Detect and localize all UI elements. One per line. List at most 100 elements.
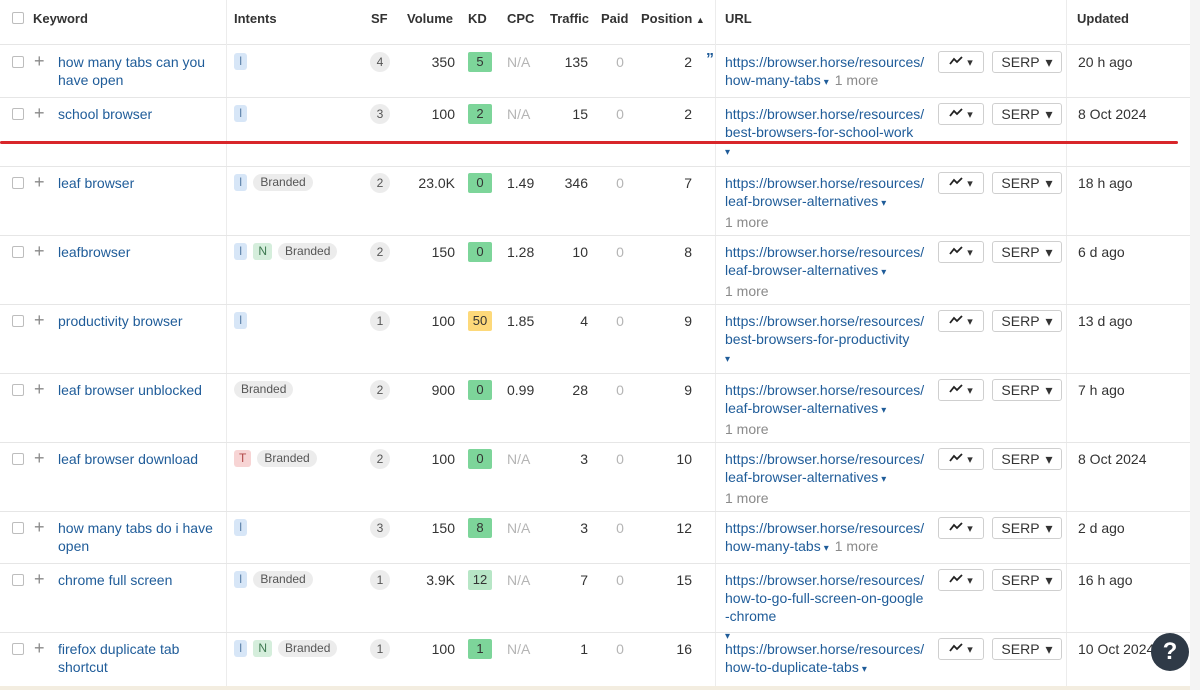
row-checkbox[interactable] [12, 522, 24, 534]
serp-button[interactable]: SERP ▾ [992, 172, 1062, 194]
keyword-link[interactable]: leaf browser download [58, 450, 218, 468]
position-history-button[interactable]: ▾ [938, 310, 984, 332]
col-url[interactable]: URL [725, 11, 752, 26]
serp-features-count[interactable]: 2 [370, 173, 390, 193]
serp-features-count[interactable]: 2 [370, 380, 390, 400]
url-dropdown-icon[interactable]: ▾ [881, 267, 886, 278]
keyword-link[interactable]: how many tabs do i have open [58, 519, 218, 555]
serp-button[interactable]: SERP ▾ [992, 310, 1062, 332]
col-traffic[interactable]: Traffic [550, 11, 589, 26]
col-intents[interactable]: Intents [234, 11, 277, 26]
col-paid[interactable]: Paid [601, 11, 628, 26]
col-volume[interactable]: Volume [407, 11, 453, 26]
url-dropdown-icon[interactable]: ▾ [824, 77, 829, 88]
more-urls-link[interactable]: 1 more [835, 538, 879, 554]
position-history-button[interactable]: ▾ [938, 241, 984, 263]
serp-features-count[interactable]: 3 [370, 518, 390, 538]
position-history-button[interactable]: ▾ [938, 638, 984, 660]
help-button[interactable]: ? [1151, 633, 1189, 671]
url-link[interactable]: https://browser.horse/resources/leaf-bro… [725, 450, 925, 507]
keyword-link[interactable]: how many tabs can you have open [58, 53, 218, 89]
serp-button[interactable]: SERP ▾ [992, 51, 1062, 73]
url-link[interactable]: https://browser.horse/resources/how-many… [725, 519, 925, 558]
url-dropdown-icon[interactable]: ▾ [881, 474, 886, 485]
serp-features-count[interactable]: 2 [370, 242, 390, 262]
col-cpc[interactable]: CPC [507, 11, 534, 26]
col-kd[interactable]: KD [468, 11, 487, 26]
url-dropdown-icon[interactable]: ▾ [881, 198, 886, 209]
position-history-button[interactable]: ▾ [938, 172, 984, 194]
row-checkbox[interactable] [12, 56, 24, 68]
col-updated[interactable]: Updated [1077, 11, 1129, 26]
add-keyword-icon[interactable]: + [34, 449, 45, 467]
url-dropdown-icon[interactable]: ▾ [725, 147, 730, 158]
serp-features-count[interactable]: 3 [370, 104, 390, 124]
add-keyword-icon[interactable]: + [34, 104, 45, 122]
select-all-checkbox[interactable] [12, 12, 24, 24]
col-sf[interactable]: SF [371, 11, 388, 26]
url-link[interactable]: https://browser.horse/resources/how-many… [725, 53, 925, 92]
add-keyword-icon[interactable]: + [34, 380, 45, 398]
url-link[interactable]: https://browser.horse/resources/how-to-d… [725, 640, 925, 679]
position-history-button[interactable]: ▾ [938, 51, 984, 73]
col-keyword[interactable]: Keyword [33, 11, 88, 26]
url-link[interactable]: https://browser.horse/resources/best-bro… [725, 312, 925, 369]
serp-button[interactable]: SERP ▾ [992, 448, 1062, 470]
add-keyword-icon[interactable]: + [34, 639, 45, 657]
url-dropdown-icon[interactable]: ▾ [881, 405, 886, 416]
row-checkbox[interactable] [12, 453, 24, 465]
serp-button[interactable]: SERP ▾ [992, 517, 1062, 539]
add-keyword-icon[interactable]: + [34, 311, 45, 329]
row-checkbox[interactable] [12, 643, 24, 655]
serp-button[interactable]: SERP ▾ [992, 103, 1062, 125]
row-checkbox[interactable] [12, 246, 24, 258]
position-history-button[interactable]: ▾ [938, 569, 984, 591]
col-position[interactable]: Position ▲ [641, 11, 705, 26]
serp-button[interactable]: SERP ▾ [992, 638, 1062, 660]
position-history-button[interactable]: ▾ [938, 103, 984, 125]
serp-features-count[interactable]: 1 [370, 570, 390, 590]
add-keyword-icon[interactable]: + [34, 518, 45, 536]
add-keyword-icon[interactable]: + [34, 570, 45, 588]
serp-button[interactable]: SERP ▾ [992, 379, 1062, 401]
url-link[interactable]: https://browser.horse/resources/leaf-bro… [725, 381, 925, 438]
traffic-value: 3 [580, 451, 588, 467]
add-keyword-icon[interactable]: + [34, 52, 45, 70]
row-checkbox[interactable] [12, 574, 24, 586]
url-dropdown-icon[interactable]: ▾ [824, 543, 829, 554]
serp-button[interactable]: SERP ▾ [992, 241, 1062, 263]
keyword-link[interactable]: school browser [58, 105, 218, 123]
keyword-link[interactable]: chrome full screen [58, 571, 218, 589]
serp-features-count[interactable]: 1 [370, 311, 390, 331]
keyword-link[interactable]: leaf browser unblocked [58, 381, 218, 399]
more-urls-link[interactable]: 1 more [725, 282, 925, 300]
more-urls-link[interactable]: 1 more [725, 213, 925, 231]
more-urls-link[interactable]: 1 more [835, 72, 879, 88]
add-keyword-icon[interactable]: + [34, 242, 45, 260]
url-link[interactable]: https://browser.horse/resources/leaf-bro… [725, 174, 925, 231]
url-link[interactable]: https://browser.horse/resources/best-bro… [725, 105, 925, 162]
serp-button[interactable]: SERP ▾ [992, 569, 1062, 591]
add-keyword-icon[interactable]: + [34, 173, 45, 191]
more-urls-link[interactable]: 1 more [725, 420, 925, 438]
position-history-button[interactable]: ▾ [938, 517, 984, 539]
serp-features-count[interactable]: 4 [370, 52, 390, 72]
scrollbar[interactable] [1190, 0, 1200, 690]
more-urls-link[interactable]: 1 more [725, 489, 925, 507]
position-value: 2 [684, 54, 692, 70]
url-dropdown-icon[interactable]: ▾ [862, 664, 867, 675]
keyword-link[interactable]: leafbrowser [58, 243, 218, 261]
position-history-button[interactable]: ▾ [938, 379, 984, 401]
keyword-link[interactable]: leaf browser [58, 174, 218, 192]
row-checkbox[interactable] [12, 177, 24, 189]
serp-features-count[interactable]: 1 [370, 639, 390, 659]
url-link[interactable]: https://browser.horse/resources/leaf-bro… [725, 243, 925, 300]
keyword-link[interactable]: productivity browser [58, 312, 218, 330]
serp-features-count[interactable]: 2 [370, 449, 390, 469]
row-checkbox[interactable] [12, 384, 24, 396]
row-checkbox[interactable] [12, 315, 24, 327]
keyword-link[interactable]: firefox duplicate tab shortcut [58, 640, 218, 676]
position-history-button[interactable]: ▾ [938, 448, 984, 470]
url-dropdown-icon[interactable]: ▾ [725, 354, 730, 365]
row-checkbox[interactable] [12, 108, 24, 120]
